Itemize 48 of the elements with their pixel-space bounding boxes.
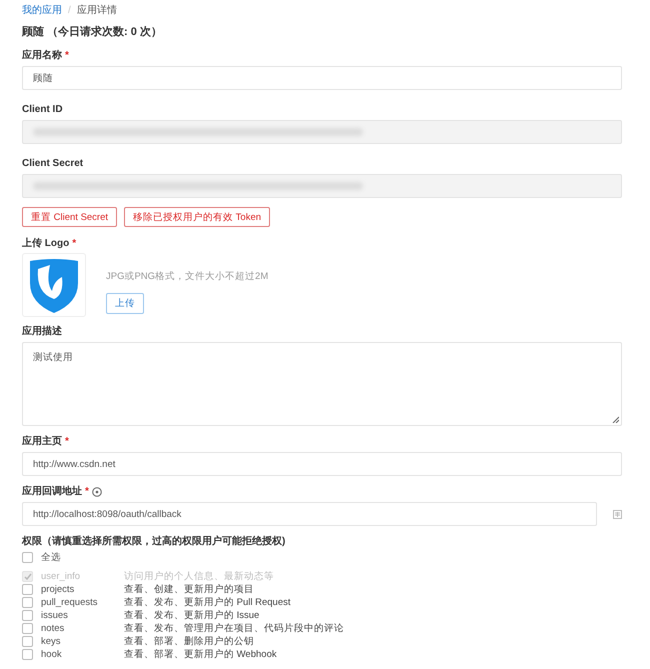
required-mark: * xyxy=(72,237,76,250)
permission-name: issues xyxy=(41,609,69,622)
permission-name: notes xyxy=(41,622,66,635)
checkbox[interactable] xyxy=(22,552,33,563)
field-label: 应用描述 xyxy=(22,325,62,338)
input-field[interactable]: 顾随 xyxy=(22,66,622,90)
permission-description: 访问用户的个人信息、最新动态等 xyxy=(124,570,274,583)
permission-description: 查看、发布、更新用户的 Pull Request xyxy=(124,596,291,609)
permission-name: hook xyxy=(41,648,63,661)
permission-description: 查看、部署、删除用户的公钥 xyxy=(124,635,254,648)
input-field[interactable]: http://www.csdn.net xyxy=(22,452,622,476)
resize-grip-icon[interactable] xyxy=(612,416,619,423)
field-label: Client Secret xyxy=(22,157,84,170)
required-mark: * xyxy=(85,485,89,498)
field-label: 应用主页 xyxy=(22,435,62,448)
checkbox-label: 全选 xyxy=(41,551,61,564)
checkbox[interactable] xyxy=(22,584,33,595)
input-field[interactable]: http://localhost:8098/oauth/callback xyxy=(22,502,598,526)
app-title: 顾随 （今日请求次数: 0 次） xyxy=(22,25,163,39)
field-label: Client ID xyxy=(22,103,63,116)
breadcrumb-link[interactable]: 我的应用 xyxy=(22,3,62,17)
required-mark: * xyxy=(65,49,69,62)
permission-description: 查看、创建、更新用户的项目 xyxy=(124,583,254,596)
description-textarea[interactable]: 测试使用 xyxy=(22,342,622,426)
danger-button[interactable]: 移除已授权用户的有效 Token xyxy=(124,207,270,227)
checkbox[interactable] xyxy=(22,636,33,647)
permission-name: keys xyxy=(41,635,62,648)
required-mark: * xyxy=(65,435,69,448)
checkbox[interactable] xyxy=(22,610,33,621)
upload-button[interactable]: 上传 xyxy=(106,293,144,314)
checkbox[interactable] xyxy=(22,623,33,634)
permission-description: 查看、发布、管理用户在项目、代码片段中的评论 xyxy=(124,622,344,635)
permission-name: pull_requests xyxy=(41,596,99,609)
permission-description: 查看、发布、更新用户的 Issue xyxy=(124,609,260,622)
field-label: 上传 Logo xyxy=(22,237,70,250)
upload-hint: JPG或PNG格式，文件大小不超过2M xyxy=(106,270,268,283)
danger-button[interactable]: 重置 Client Secret xyxy=(22,207,118,227)
add-circle-icon[interactable] xyxy=(92,486,102,496)
permission-name: projects xyxy=(41,583,76,596)
permission-description: 查看、部署、更新用户的 Webhook xyxy=(124,648,277,661)
breadcrumb-separator: / xyxy=(68,4,71,16)
field-label: 应用回调地址 xyxy=(22,485,82,498)
field-label: 应用名称 xyxy=(22,49,62,62)
breadcrumb-current[interactable]: 应用详情 xyxy=(76,3,117,17)
checkbox[interactable] xyxy=(22,649,33,660)
checkbox[interactable] xyxy=(22,597,33,608)
permission-name: user_info xyxy=(41,570,82,583)
field-label: 权限（请慎重选择所需权限，过高的权限用户可能拒绝授权) xyxy=(22,535,286,548)
